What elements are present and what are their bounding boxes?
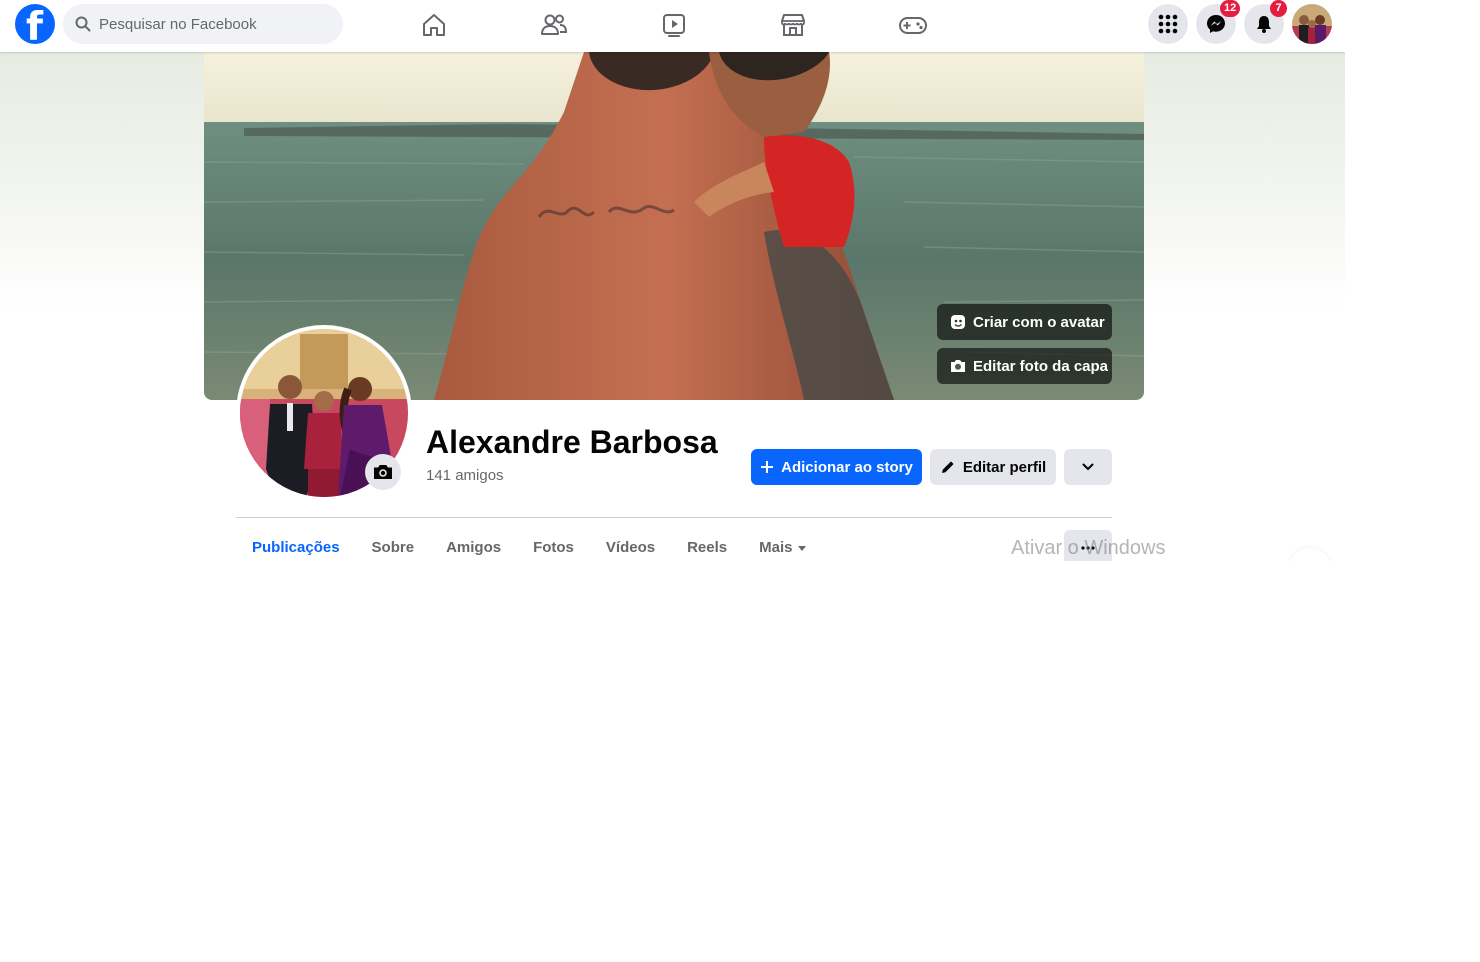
pencil-icon [941, 461, 954, 473]
edit-profile-label: Editar perfil [962, 458, 1047, 476]
marketplace-icon [781, 14, 805, 36]
tab-fotos[interactable]: Fotos [517, 530, 590, 561]
search-box[interactable] [63, 4, 343, 44]
bell-icon [1257, 16, 1271, 33]
friends-count[interactable]: 141 amigos [426, 467, 504, 484]
update-profile-picture-button[interactable] [365, 454, 401, 490]
avatar-sticker-icon [951, 315, 965, 329]
tab-videos[interactable]: Vídeos [590, 530, 671, 561]
watch-icon [663, 14, 685, 37]
edit-profile-button[interactable]: Editar perfil [930, 449, 1056, 485]
friends-icon [541, 14, 568, 35]
create-avatar-label: Criar com o avatar [973, 313, 1105, 331]
camera-icon [951, 360, 965, 372]
chevron-down-icon [1082, 463, 1094, 470]
profile-name: Alexandre Barbosa [426, 424, 718, 460]
top-navigation-bar: f 12 [0, 0, 1345, 52]
add-to-story-button[interactable]: Adicionar ao story [751, 449, 922, 485]
grid-menu-icon [1158, 14, 1178, 34]
profile-options-button[interactable] [1064, 449, 1112, 485]
account-avatar[interactable] [1292, 4, 1332, 44]
facebook-profile-page: f 12 [0, 0, 1345, 561]
home-icon [423, 14, 445, 36]
nav-watch[interactable] [619, 5, 729, 45]
messenger-badge: 12 [1220, 0, 1241, 17]
add-to-story-label: Adicionar ao story [781, 458, 913, 476]
messenger-icon [1207, 15, 1225, 33]
notifications-badge: 7 [1270, 0, 1287, 17]
camera-icon [374, 465, 392, 479]
notifications-button[interactable]: 7 [1244, 0, 1287, 44]
search-icon [75, 16, 91, 32]
floating-circle [1288, 548, 1332, 561]
create-avatar-button[interactable]: Criar com o avatar [937, 304, 1112, 340]
search-input[interactable] [99, 4, 333, 44]
messenger-button[interactable]: 12 [1196, 0, 1241, 44]
nav-gaming[interactable] [858, 5, 968, 45]
windows-activation-watermark: Ativar o Windows [1011, 537, 1166, 559]
facebook-logo[interactable]: f [15, 4, 55, 44]
tab-mais[interactable]: Mais [743, 530, 822, 561]
tab-amigos[interactable]: Amigos [430, 530, 517, 561]
tab-publicacoes[interactable]: Publicações [236, 530, 356, 561]
tab-sobre[interactable]: Sobre [356, 530, 431, 561]
menu-button[interactable] [1148, 4, 1188, 44]
gaming-icon [899, 17, 927, 34]
profile-divider [236, 517, 1112, 518]
plus-icon [761, 461, 774, 473]
caret-down-icon [798, 545, 807, 551]
tab-reels[interactable]: Reels [671, 530, 743, 561]
nav-marketplace[interactable] [738, 5, 848, 45]
profile-tabs: Publicações Sobre Amigos Fotos Vídeos Re… [236, 530, 822, 561]
nav-home[interactable] [379, 5, 489, 45]
edit-cover-button[interactable]: Editar foto da capa [937, 348, 1112, 384]
nav-friends[interactable] [499, 5, 609, 45]
edit-cover-label: Editar foto da capa [973, 357, 1109, 375]
